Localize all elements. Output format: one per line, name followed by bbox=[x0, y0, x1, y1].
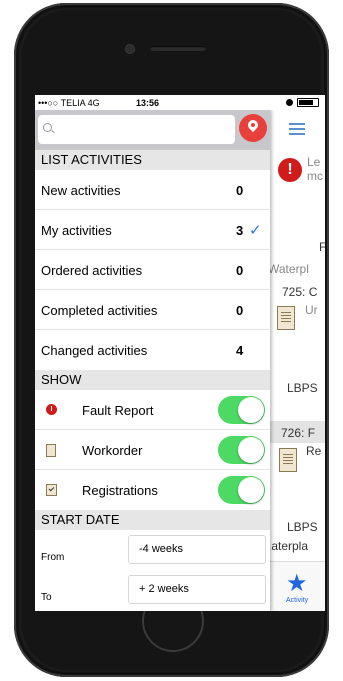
to-label: To bbox=[41, 592, 52, 603]
fault-report-toggle[interactable] bbox=[218, 396, 265, 424]
registrations-toggle[interactable] bbox=[218, 476, 265, 504]
phone-screen: •••○○ TELIA 4G 13:56 ! Le mc F Waterpl 7… bbox=[35, 95, 325, 611]
search-bar bbox=[35, 110, 270, 150]
search-icon bbox=[43, 123, 52, 132]
list-item-count: 0 bbox=[236, 183, 244, 198]
list-item-label: Completed activities bbox=[41, 303, 158, 318]
status-icons bbox=[286, 97, 319, 108]
camera-icon bbox=[126, 45, 134, 53]
list-item-count: 0 bbox=[236, 303, 244, 318]
workorder-icon bbox=[277, 306, 295, 330]
show-item-workorder: Workorder bbox=[35, 430, 270, 470]
show-item-registrations: Registrations bbox=[35, 470, 270, 510]
show-item-fault-report: Fault Report bbox=[35, 390, 270, 430]
list-item-new-activities[interactable]: New activities 0 bbox=[35, 170, 270, 210]
fault-report-icon bbox=[46, 404, 57, 415]
list-item-text: Le bbox=[307, 155, 321, 169]
activity-list-background: ! Le mc F Waterpl 725: C Ur LBPS 726: F … bbox=[268, 110, 325, 611]
list-item-completed-activities[interactable]: Completed activities 0 bbox=[35, 290, 270, 330]
carrier-label: •••○○ TELIA 4G bbox=[38, 98, 100, 108]
search-input[interactable] bbox=[38, 115, 235, 144]
show-item-label: Registrations bbox=[82, 483, 158, 498]
battery-icon bbox=[297, 98, 319, 108]
list-item-text: 726: F bbox=[281, 426, 316, 440]
list-item-text: Re bbox=[306, 444, 322, 458]
list-item-ordered-activities[interactable]: Ordered activities 0 bbox=[35, 250, 270, 290]
list-item-label: Changed activities bbox=[41, 343, 148, 358]
list-item-count: 3 bbox=[236, 223, 244, 238]
list-activities-header: LIST ACTIVITIES bbox=[35, 150, 270, 170]
list-item-text: .aterpla bbox=[268, 539, 309, 553]
map-pin-button[interactable] bbox=[239, 114, 267, 142]
list-item-text: LBPS bbox=[287, 381, 318, 395]
clock: 13:56 bbox=[136, 98, 160, 108]
list-item-label: My activities bbox=[41, 223, 112, 238]
from-date-row: From -4 weeks bbox=[35, 530, 270, 570]
list-item-text: LBPS bbox=[287, 520, 318, 534]
tab-activity[interactable]: Activity bbox=[286, 597, 308, 604]
tab-bar: ★ Activity bbox=[270, 561, 325, 611]
filter-drawer: LIST ACTIVITIES New activities 0 My acti… bbox=[35, 110, 270, 611]
list-item-count: 4 bbox=[236, 343, 244, 358]
workorder-icon bbox=[279, 448, 297, 472]
status-bar: •••○○ TELIA 4G 13:56 bbox=[35, 95, 325, 110]
list-item-text: Ur bbox=[305, 303, 318, 317]
from-label: From bbox=[41, 552, 65, 563]
do-not-disturb-icon bbox=[286, 99, 293, 107]
list-item-my-activities[interactable]: My activities 3 ✓ bbox=[35, 210, 270, 250]
speaker-grille bbox=[150, 46, 206, 51]
show-item-label: Fault Report bbox=[82, 403, 154, 418]
list-item-changed-activities[interactable]: Changed activities 4 bbox=[35, 330, 270, 370]
to-date-row: To + 2 weeks bbox=[35, 570, 270, 610]
workorder-toggle[interactable] bbox=[218, 436, 265, 464]
list-item-text: Waterpl bbox=[268, 262, 309, 276]
list-item-count: 0 bbox=[236, 263, 244, 278]
start-date-header: START DATE bbox=[35, 510, 270, 530]
show-header: SHOW bbox=[35, 370, 270, 390]
workorder-icon bbox=[46, 444, 56, 457]
from-date-field[interactable]: -4 weeks bbox=[128, 535, 266, 564]
list-item-label: New activities bbox=[41, 183, 121, 198]
list-item-text: 725: C bbox=[282, 285, 318, 299]
star-icon[interactable]: ★ bbox=[286, 569, 308, 598]
list-item-label: Ordered activities bbox=[41, 263, 143, 278]
show-item-label: Workorder bbox=[82, 443, 143, 458]
list-item-text: mc bbox=[307, 169, 323, 183]
fault-report-icon: ! bbox=[278, 158, 302, 182]
registrations-icon bbox=[46, 484, 57, 496]
to-date-field[interactable]: + 2 weeks bbox=[128, 575, 266, 604]
list-item-text: F bbox=[319, 240, 325, 254]
checkmark-icon: ✓ bbox=[249, 222, 262, 239]
hamburger-menu-icon[interactable] bbox=[289, 123, 305, 135]
